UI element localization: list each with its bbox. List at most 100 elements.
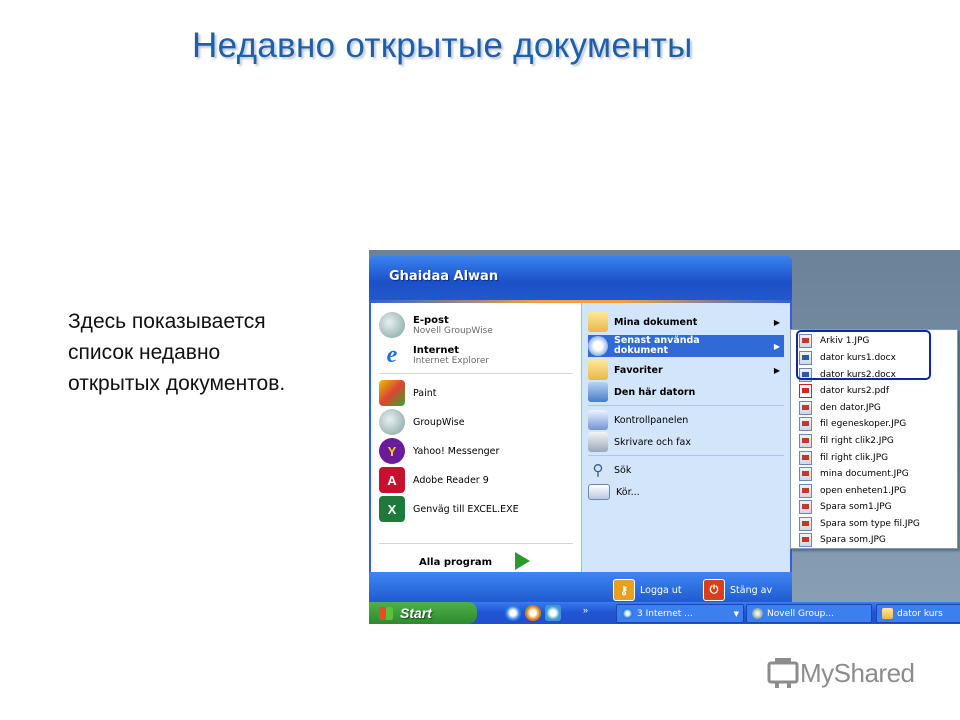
taskbar-button-label: Novell Group... [767,608,834,619]
document-name: fil right clik2.JPG [820,436,894,446]
dropdown-arrow-icon: ▼ [733,609,739,618]
quicklaunch-overflow-icon[interactable]: » [583,605,588,615]
pinned-subtitle: Internet Explorer [413,355,490,366]
slide-title: Недавно открытые документы [192,26,693,65]
menu-label: Sök [614,464,632,476]
taskbar-button[interactable]: 3 Internet ... ▼ [616,604,744,623]
menu-label: Skrivare och fax [614,436,691,448]
user-name: Ghaidaa Alwan [389,269,499,284]
all-programs-arrow-icon [515,552,530,570]
power-icon: ⏻ [703,579,725,601]
recent-document-item[interactable]: den dator.JPG [799,400,881,416]
control-panel-icon [588,410,608,430]
folder-icon [882,608,893,619]
recent-document-item[interactable]: Spara som type fil.JPG [799,516,920,532]
pinned-subtitle: Novell GroupWise [413,325,493,336]
program-item[interactable]: Paint [379,379,437,407]
program-item[interactable]: X Genväg till EXCEL.EXE [379,495,519,523]
recent-document-item[interactable]: Spara som.JPG [799,532,886,548]
media-player-icon[interactable] [525,605,541,621]
jpg-file-icon [799,500,812,514]
menu-label: Den här datorn [614,386,696,398]
document-name: mina document.JPG [820,469,909,479]
menu-label: Senast använda dokument [614,335,700,356]
document-name: Spara som1.JPG [820,502,892,512]
program-item[interactable]: A Adobe Reader 9 [379,466,489,494]
submenu-arrow-icon: ▶ [773,341,780,351]
recent-document-item[interactable]: fil right clik2.JPG [799,433,894,449]
slide-description: Здесь показывается список недавно открыт… [68,306,285,399]
menu-search[interactable]: ⚲ Sök [588,459,784,481]
taskbar-button-label: 3 Internet ... [637,608,693,619]
start-menu-header: Ghaidaa Alwan [369,256,792,300]
key-icon: ⚷ [613,579,635,601]
all-programs-button[interactable]: Alla program [419,557,492,568]
recent-document-item[interactable]: mina document.JPG [799,466,909,482]
taskbar-button-label: dator kurs [897,608,943,619]
submenu-arrow-icon: ▶ [773,317,780,327]
program-label: Adobe Reader 9 [413,474,489,486]
recent-documents-icon [588,336,608,356]
recent-document-item[interactable]: open enheten1.JPG [799,483,906,499]
recent-document-item[interactable]: dator kurs2.pdf [799,383,889,399]
pdf-file-icon [799,384,812,398]
outlook-express-icon[interactable] [545,605,561,621]
program-label: Paint [413,387,437,399]
description-line: список недавно [68,341,221,364]
recent-document-item[interactable]: fil right clik.JPG [799,450,888,466]
menu-favorites[interactable]: Favoriter ▶ [588,359,784,381]
pinned-title: E-post [413,314,449,326]
myshared-logo: MyShared [766,656,915,690]
jpg-file-icon [799,417,812,431]
divider [588,455,784,456]
menu-my-computer[interactable]: Den här datorn [588,381,784,403]
start-menu: Ghaidaa Alwan E-post Novell GroupWise e … [369,256,792,606]
pinned-title: Internet [413,344,460,356]
my-computer-icon [588,382,608,402]
groupwise-icon [379,409,405,435]
my-documents-icon [588,312,608,332]
adobe-reader-icon: A [379,467,405,493]
submenu-arrow-icon: ▶ [773,365,780,375]
start-menu-programs: E-post Novell GroupWise e Internet Inter… [371,303,581,572]
printer-icon [588,432,608,452]
divider [379,373,573,374]
document-name: dator kurs2.pdf [820,386,890,396]
program-label: Genväg till EXCEL.EXE [413,503,519,515]
menu-label: Favoriter [614,364,663,376]
program-item[interactable]: Y Yahoo! Messenger [379,437,499,465]
start-label: Start [400,605,432,621]
menu-printers[interactable]: Skrivare och fax [588,431,784,453]
document-name: den dator.JPG [820,403,881,413]
taskbar: Start » 3 Internet ... ▼ Novell Group...… [369,602,960,624]
internet-explorer-icon [622,608,633,619]
search-icon: ⚲ [592,462,604,479]
jpg-file-icon [799,467,812,481]
windows-flag-icon [379,606,393,620]
taskbar-button[interactable]: Novell Group... [746,604,872,623]
program-item[interactable]: GroupWise [379,408,465,436]
paint-icon [379,380,405,406]
jpg-file-icon [799,517,812,531]
menu-recent-documents[interactable]: Senast använda dokument ▶ [588,335,784,357]
logoff-label: Logga ut [640,584,682,596]
pinned-email[interactable]: E-post Novell GroupWise [379,311,493,339]
pinned-internet[interactable]: e Internet Internet Explorer [379,341,489,369]
jpg-file-icon [799,533,812,547]
groupwise-icon [752,608,763,619]
logoff-button[interactable]: ⚷ Logga ut [613,579,682,601]
shutdown-button[interactable]: ⏻ Stäng av [703,579,772,601]
document-name: fil right clik.JPG [820,453,889,463]
taskbar-button[interactable]: dator kurs [876,604,960,623]
program-label: Yahoo! Messenger [413,445,500,457]
internet-explorer-icon[interactable] [505,605,521,621]
menu-my-documents[interactable]: Mina dokument ▶ [588,311,784,333]
document-name: fil egeneskoper.JPG [820,419,907,429]
menu-run[interactable]: Kör... [588,481,784,503]
menu-control-panel[interactable]: Kontrollpanelen [588,409,784,431]
start-button[interactable]: Start [369,602,477,624]
jpg-file-icon [799,451,812,465]
recent-document-item[interactable]: Spara som1.JPG [799,499,892,515]
run-icon [588,484,610,500]
recent-document-item[interactable]: fil egeneskoper.JPG [799,416,906,432]
